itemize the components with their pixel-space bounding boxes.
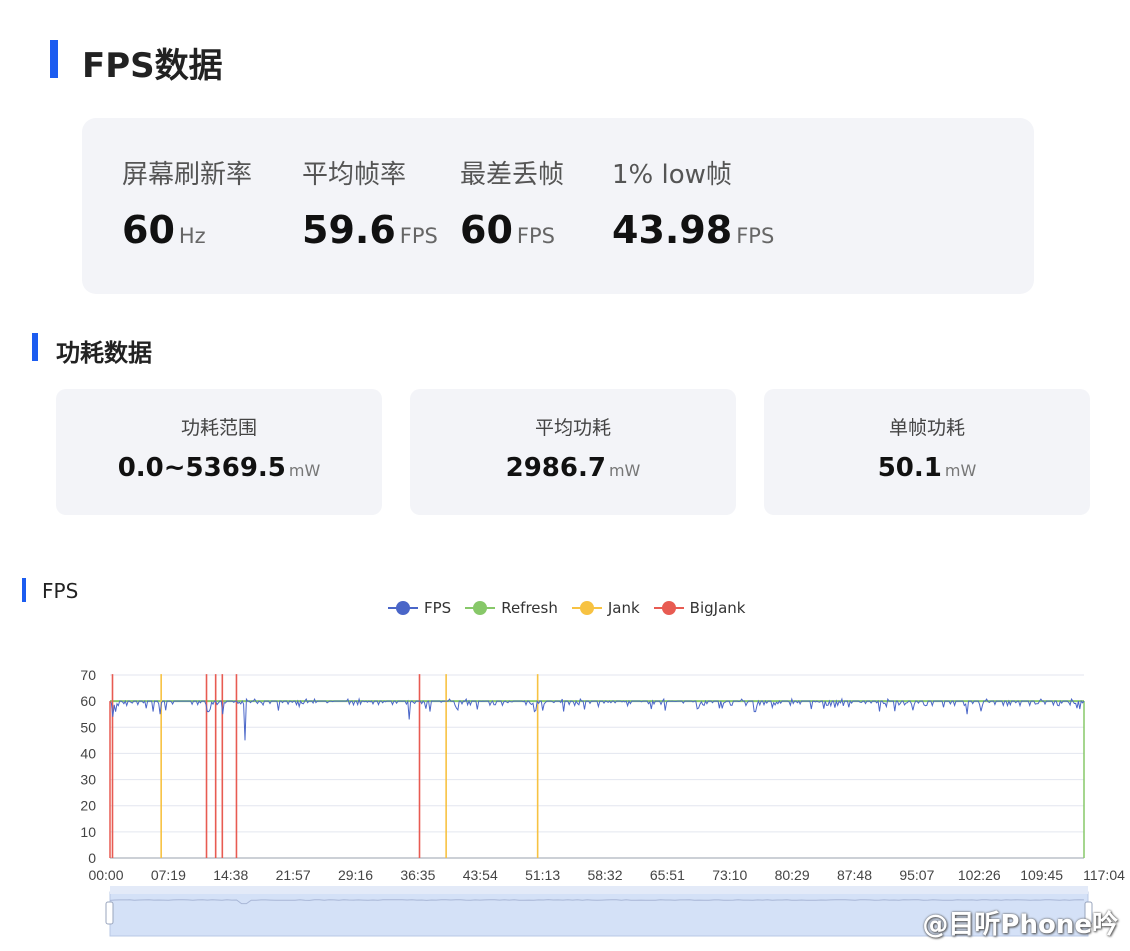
y-tick-label: 50 — [80, 719, 96, 735]
fps-series-line — [109, 697, 1085, 741]
power-unit: mW — [288, 461, 321, 480]
stat-label: 平均帧率 — [302, 160, 407, 190]
x-tick-label: 102:26 — [958, 867, 1001, 883]
power-label: 功耗范围 — [180, 417, 257, 439]
x-tick-label: 51:13 — [525, 867, 560, 883]
legend-item-refresh[interactable]: Refresh — [465, 599, 558, 617]
power-card-per-frame: 单帧功耗 50.1 mW — [764, 389, 1090, 515]
stat-unit: FPS — [516, 224, 555, 248]
x-tick-label: 117:04 — [1083, 867, 1125, 883]
x-tick-label: 43:54 — [463, 867, 498, 883]
legend-label: Refresh — [501, 599, 558, 617]
x-tick-label: 14:38 — [213, 867, 248, 883]
x-tick-label: 36:35 — [400, 867, 435, 883]
chart-legend: FPS Refresh Jank BigJank — [388, 598, 745, 618]
power-card-average: 平均功耗 2986.7 mW — [410, 389, 736, 515]
stat-label: 屏幕刷新率 — [122, 160, 253, 190]
stat-label: 1% low帧 — [612, 160, 732, 190]
legend-label: FPS — [424, 599, 452, 617]
y-tick-label: 10 — [80, 824, 96, 840]
watermark: @目听Phone吟 — [922, 910, 1118, 940]
x-tick-label: 80:29 — [775, 867, 810, 883]
x-tick-label: 65:51 — [650, 867, 685, 883]
power-value: 2986.7 — [505, 453, 606, 483]
legend-item-fps[interactable]: FPS — [388, 599, 451, 617]
stat-unit: Hz — [178, 224, 206, 248]
stat-value: 43.98 — [612, 208, 733, 252]
legend-marker — [653, 601, 684, 615]
power-card-range: 功耗范围 0.0~5369.5 mW — [56, 389, 382, 515]
x-tick-label: 29:16 — [338, 867, 373, 883]
x-tick-label: 58:32 — [587, 867, 622, 883]
x-tick-label: 07:19 — [151, 867, 186, 883]
stat-unit: FPS — [736, 224, 775, 248]
x-tick-label: 00:00 — [88, 867, 123, 883]
x-tick-label: 73:10 — [712, 867, 747, 883]
legend-item-jank[interactable]: Jank — [571, 599, 640, 617]
stat-unit: FPS — [399, 224, 438, 248]
section-title-power: 功耗数据 — [56, 339, 152, 367]
section-accent-bar — [32, 333, 38, 361]
stat-value: 60 — [460, 208, 513, 252]
y-tick-label: 0 — [88, 850, 96, 866]
legend-marker — [571, 601, 602, 615]
stat-label: 最差丢帧 — [460, 160, 565, 190]
x-tick-label: 21:57 — [276, 867, 311, 883]
stat-value: 59.6 — [302, 208, 396, 252]
title-accent-bar — [50, 40, 58, 78]
power-unit: mW — [608, 461, 641, 480]
legend-marker — [465, 601, 496, 615]
x-tick-label: 109:45 — [1020, 867, 1063, 883]
legend-marker — [388, 601, 418, 615]
stat-value: 60 — [122, 208, 175, 252]
section-accent-bar — [22, 578, 26, 602]
x-tick-label: 87:48 — [837, 867, 872, 883]
power-value: 0.0~5369.5 — [117, 453, 286, 483]
power-value: 50.1 — [877, 453, 942, 483]
legend-label: BigJank — [689, 599, 746, 617]
power-unit: mW — [944, 461, 977, 480]
zoom-handle-left — [105, 901, 114, 925]
legend-label: Jank — [607, 599, 640, 617]
section-title-fps-chart: FPS — [42, 579, 79, 603]
legend-item-bigjank[interactable]: BigJank — [653, 599, 746, 617]
y-tick-label: 20 — [80, 798, 96, 814]
power-label: 单帧功耗 — [888, 417, 965, 439]
x-tick-label: 95:07 — [899, 867, 934, 883]
power-label: 平均功耗 — [534, 417, 611, 439]
y-tick-label: 60 — [80, 693, 96, 709]
zoom-slider-top-bar — [110, 886, 1088, 894]
y-tick-label: 70 — [80, 667, 96, 683]
page-title: FPS数据 — [82, 46, 223, 86]
y-tick-label: 30 — [80, 772, 96, 788]
y-tick-label: 40 — [80, 745, 96, 761]
fps-stats-card: 屏幕刷新率 60 Hz 平均帧率 59.6 FPS 最差丢帧 60 FPS 1% lo… — [82, 118, 1034, 294]
